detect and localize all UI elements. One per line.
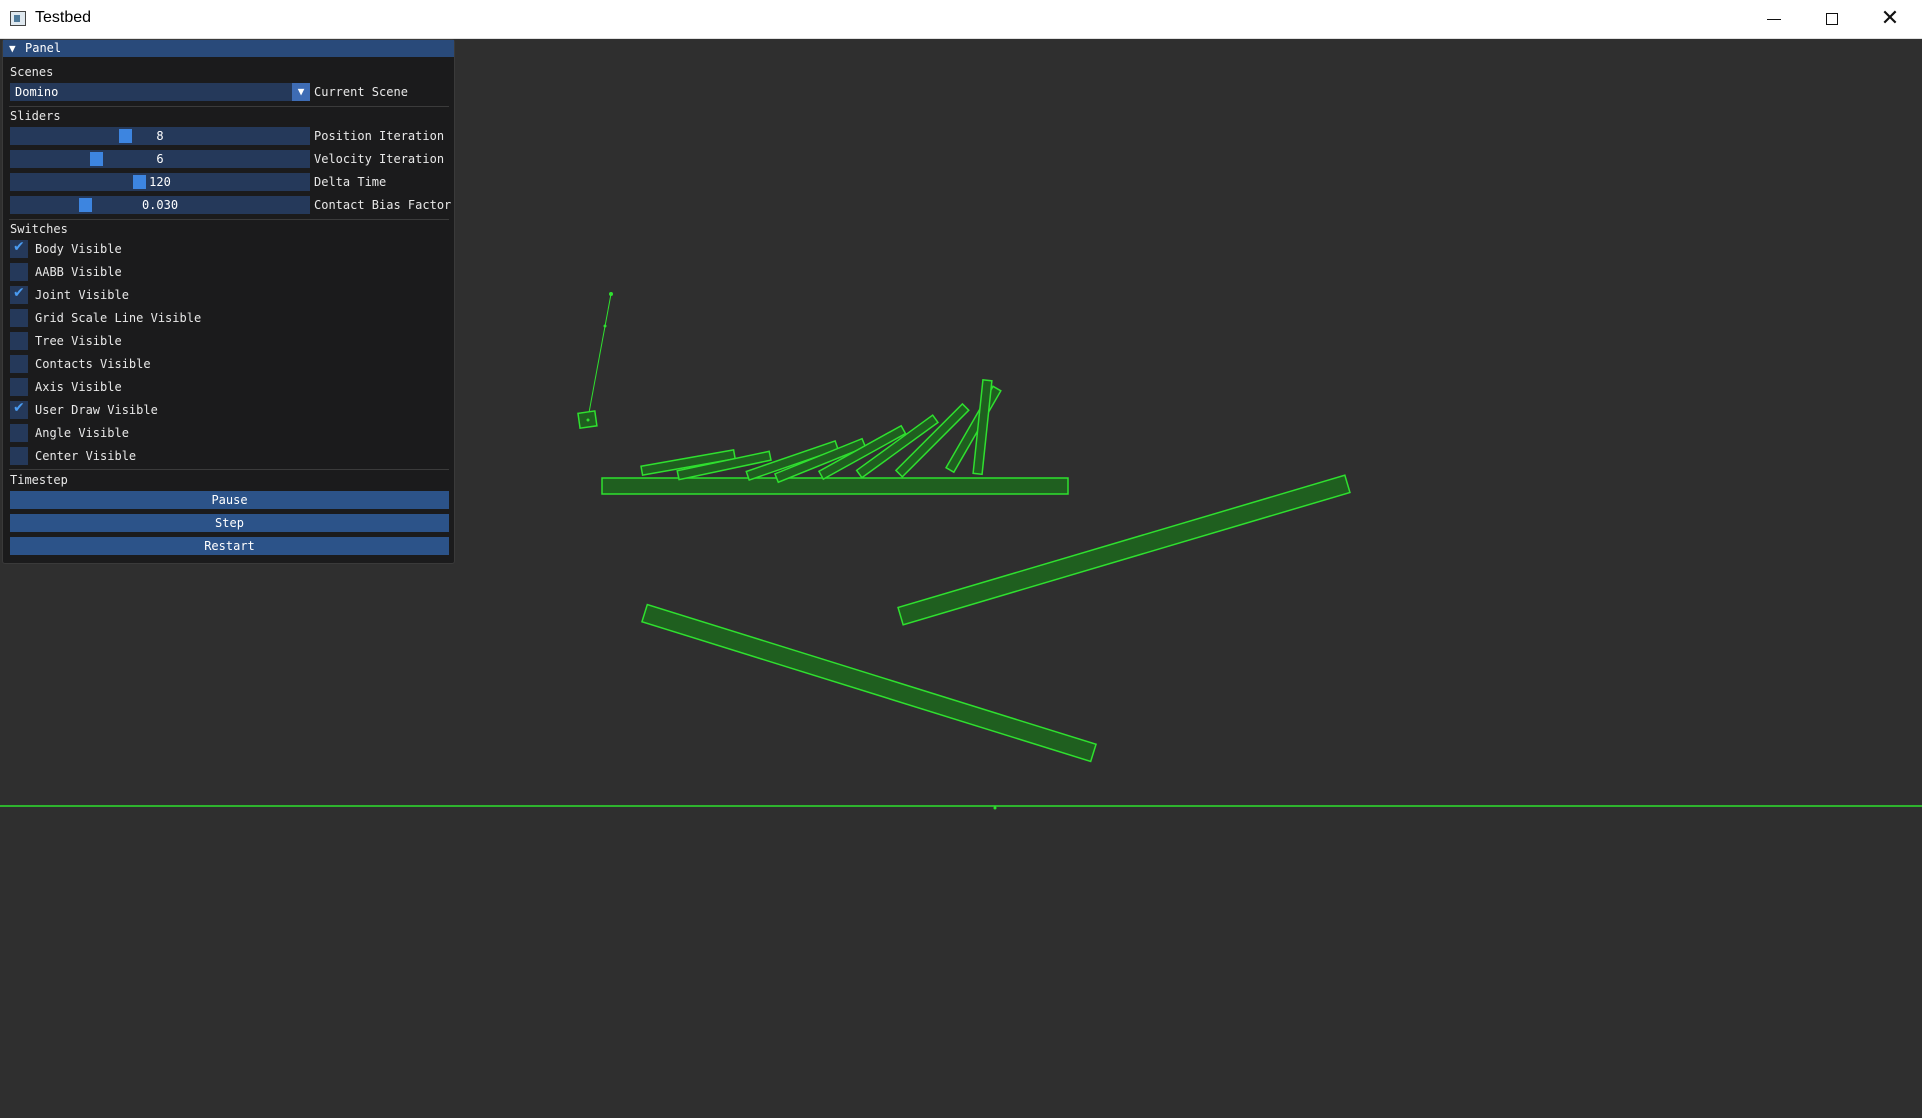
title-bar[interactable]: Testbed ✕ [0,0,1922,39]
slider-value: 0.030 [141,198,179,212]
checkbox[interactable]: ✔ [10,285,28,304]
chevron-down-icon[interactable]: ▼ [292,83,310,101]
testbed-window: Testbed ✕ ▼ Panel Scenes Domino ▼ Curren… [0,0,1922,1118]
control-panel: ▼ Panel Scenes Domino ▼ Current Scene Sl… [2,39,455,564]
switch-label: Axis Visible [35,380,122,394]
checkbox[interactable]: ✔ [10,400,28,419]
slider-contact-bias-factor[interactable]: 0.030 [10,196,310,214]
window-title: Testbed [35,9,92,26]
current-scene-label: Current Scene [314,85,408,99]
checkmark-icon: ✔ [13,239,25,255]
checkmark-icon: ✔ [13,400,25,416]
slider-value: 120 [149,175,171,189]
scenes-section-label: Scenes [10,65,54,79]
checkmark-icon: ✔ [13,285,25,301]
close-icon: ✕ [1880,6,1900,31]
separator [9,106,449,107]
checkbox[interactable] [10,332,28,350]
separator [9,469,449,470]
checkbox[interactable] [10,355,28,373]
slider-value: 8 [156,129,164,143]
switch-label: Angle Visible [35,426,129,440]
slider-label: Delta Time [314,175,387,189]
switch-label: Center Visible [35,449,137,463]
minimize-button[interactable] [1745,0,1803,38]
checkbox[interactable] [10,309,28,327]
lower-ramp [641,603,1097,763]
switch-label: Body Visible [35,242,122,256]
checkbox[interactable]: ✔ [10,239,28,258]
pause-button[interactable]: Pause [10,491,449,509]
slider-velocity-iteration[interactable]: 6 [10,150,310,168]
maximize-icon [1826,13,1838,25]
app-icon [10,11,26,26]
slider-value: 6 [156,152,164,166]
maximize-button[interactable] [1803,0,1861,38]
checkbox[interactable] [10,378,28,396]
joint-mid [603,324,607,328]
domino-8 [945,385,1002,474]
slider-label: Velocity Iteration [314,152,445,166]
upper-ramp [897,474,1351,626]
sliders-section-label: Sliders [10,109,61,123]
panel-title: Panel [25,41,62,55]
slider-label: Position Iteration [314,129,445,143]
collapse-arrow-icon[interactable]: ▼ [9,42,16,55]
restart-button[interactable]: Restart [10,537,449,555]
switch-label: Contacts Visible [35,357,151,371]
dominoes [640,379,1002,484]
timestep-section-label: Timestep [10,473,68,487]
slider-label: Contact Bias Factor [314,198,452,212]
switch-label: AABB Visible [35,265,122,279]
switch-label: Grid Scale Line Visible [35,311,202,325]
scene-select[interactable]: Domino ▼ [10,83,310,101]
separator [9,219,449,220]
switch-label: Joint Visible [35,288,129,302]
pendulum-joint [587,293,612,419]
checkbox[interactable] [10,447,28,465]
switch-label: Tree Visible [35,334,122,348]
joint-anchor [609,292,613,296]
minimize-icon [1767,18,1781,20]
checkbox[interactable] [10,263,28,281]
switch-label: User Draw Visible [35,403,158,417]
checkbox[interactable] [10,424,28,442]
close-button[interactable]: ✕ [1861,0,1919,38]
ground-marker [993,806,997,810]
step-button[interactable]: Step [10,514,449,532]
domino-platform [601,477,1069,495]
pendulum-center [586,418,590,422]
panel-header[interactable]: ▼ Panel [3,40,454,57]
slider-position-iteration[interactable]: 8 [10,127,310,145]
switches-section-label: Switches [10,222,68,236]
slider-delta-time[interactable]: 120 [10,173,310,191]
scene-select-value: Domino [15,85,59,99]
